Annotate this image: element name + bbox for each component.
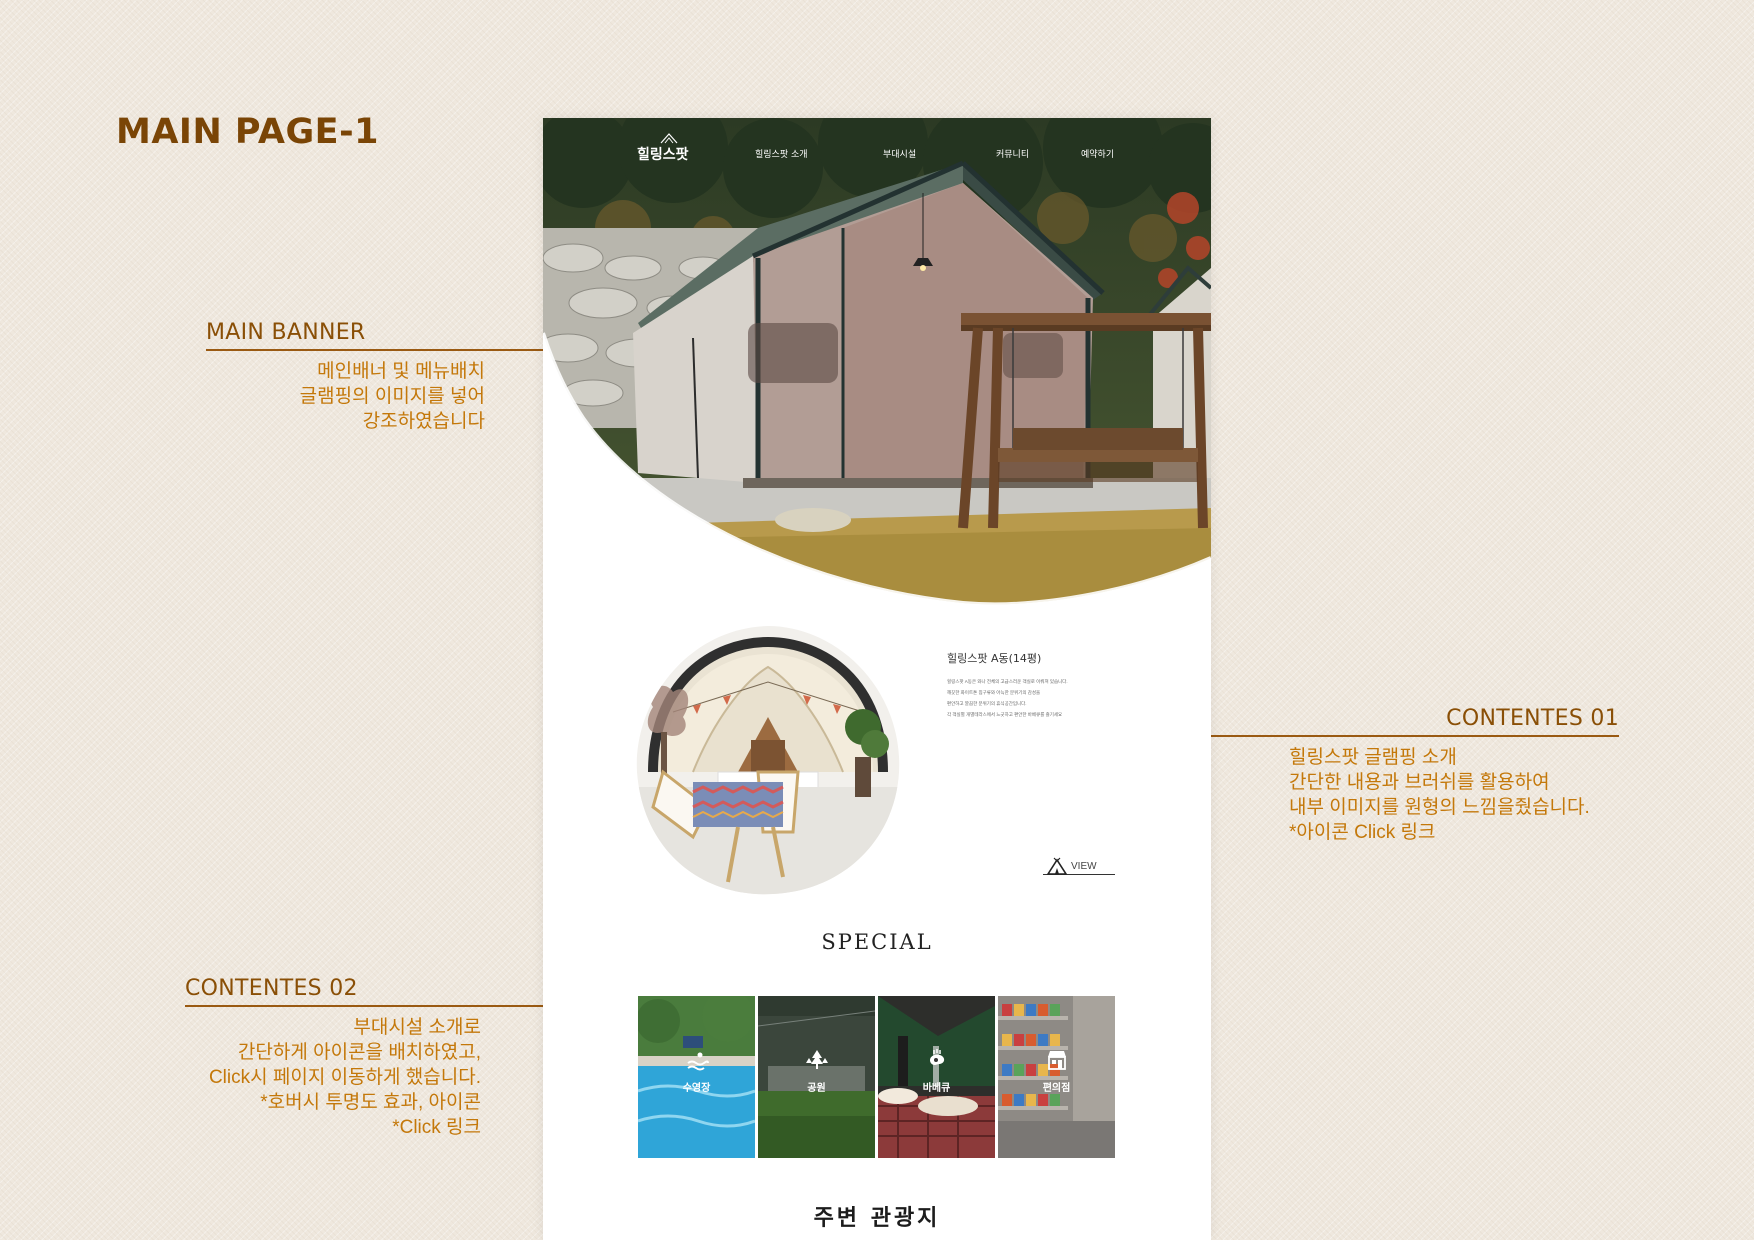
annotation-line: 힐링스팟 글램핑 소개 [1289, 747, 1457, 768]
annotation-line: 간단하게 아이콘을 배치하였고, [237, 1042, 481, 1063]
view-label: VIEW [1071, 861, 1097, 872]
page-heading: MAIN PAGE-1 [116, 112, 379, 152]
view-link[interactable]: VIEW [1043, 855, 1115, 875]
tent-logo-icon [660, 133, 678, 144]
park-photo [758, 996, 875, 1158]
store-icon [1048, 1051, 1066, 1070]
site-logo-text: 힐링스팟 [637, 147, 689, 163]
facility-card-park[interactable]: 공원 [758, 996, 875, 1158]
website-mockup: 힐링스팟 힐링스팟 소개 부대시설 커뮤니티 예약하기 힐링스팟 A동(14평)… [543, 118, 1211, 1240]
annotation-line: *아이콘 Click 링크 [1289, 822, 1436, 843]
facility-card-store[interactable]: 편의점 [998, 996, 1115, 1158]
room-description-line: 편안하고 깔끔한 분위기의 휴식공간입니다. [947, 701, 1027, 706]
facility-grid: 수영장 공원 바베큐 편의점 [638, 996, 1116, 1158]
room-info: 힐링스팟 A동(14평) 힐링스팟 A동은 와나 전체의 고급스러운 객실로 이… [947, 650, 1157, 720]
annotation-divider [1211, 735, 1619, 737]
special-title: SPECIAL [821, 930, 933, 954]
annotation-contents-01: CONTENTES 01 힐링스팟 글램핑 소개 간단한 내용과 브러쉬를 활용… [1211, 706, 1619, 845]
facility-label: 편의점 [1042, 1083, 1071, 1094]
annotation-body: 힐링스팟 글램핑 소개 간단한 내용과 브러쉬를 활용하여 내부 이미지를 원형… [1211, 745, 1619, 845]
annotation-divider [185, 1005, 543, 1007]
annotation-body: 메인배너 및 메뉴배치 글램핑의 이미지를 넣어 강조하였습니다 [206, 359, 485, 434]
annotation-main-banner: MAIN BANNER 메인배너 및 메뉴배치 글램핑의 이미지를 넣어 강조하… [206, 320, 543, 434]
bbq-photo [878, 996, 995, 1158]
facility-label: 공원 [807, 1083, 826, 1094]
bbq-icon [930, 1049, 945, 1065]
pool-icon [687, 1052, 709, 1071]
site-logo[interactable]: 힐링스팟 [637, 133, 689, 164]
annotation-body: 부대시설 소개로 간단하게 아이콘을 배치하였고, Click시 페이지 이동하… [185, 1015, 481, 1140]
annotation-line: 강조하였습니다 [362, 411, 485, 432]
site-nav: 힐링스팟 힐링스팟 소개 부대시설 커뮤니티 예약하기 [543, 133, 1211, 170]
facility-card-bbq[interactable]: 바베큐 [878, 996, 995, 1158]
annotation-line: 메인배너 및 메뉴배치 [317, 361, 485, 382]
tent-icon [1046, 857, 1068, 875]
room-description-line: 깨끗한 화이트톤 침구류와 아늑한 분위기의 감성을 [947, 690, 1041, 695]
annotation-line: 부대시설 소개로 [353, 1017, 481, 1038]
annotation-line: 글램핑의 이미지를 넣어 [299, 386, 485, 407]
room-description-line: 각 객실별 개별테라스에서 느긋하고 편안한 바베큐를 즐기세요 [947, 712, 1063, 717]
annotation-title: CONTENTES 01 [1446, 706, 1619, 731]
annotation-line: 내부 이미지를 원형의 느낌을줬습니다. [1289, 797, 1590, 818]
facility-label: 수영장 [682, 1083, 711, 1094]
nav-item-about[interactable]: 힐링스팟 소개 [755, 147, 808, 160]
store-photo [998, 996, 1115, 1158]
nav-item-reservation[interactable]: 예약하기 [1081, 147, 1114, 160]
annotation-line: Click시 페이지 이동하게 했습니다. [208, 1067, 481, 1088]
annotation-line: *호버시 투명도 효과, 아이콘 [260, 1092, 481, 1113]
annotation-divider [206, 349, 543, 351]
annotation-line: 간단한 내용과 브러쉬를 활용하여 [1289, 772, 1550, 793]
room-interior-image [636, 626, 900, 895]
facility-card-pool[interactable]: 수영장 [638, 996, 755, 1158]
room-title: 힐링스팟 A동(14평) [947, 652, 1042, 665]
room-description: 힐링스팟 A동은 와나 전체의 고급스러운 객실로 이뤄져 있습니다. 깨끗한 … [947, 676, 1157, 720]
annotation-title: CONTENTES 02 [185, 976, 358, 1001]
room-description-line: 힐링스팟 A동은 와나 전체의 고급스러운 객실로 이뤄져 있습니다. [947, 679, 1068, 684]
tree-icon [806, 1050, 828, 1069]
nav-item-community[interactable]: 커뮤니티 [996, 147, 1029, 160]
nearby-attractions-title: 주변 관광지 [813, 1205, 941, 1231]
facility-label: 바베큐 [922, 1083, 951, 1094]
annotation-line: *Click 링크 [392, 1117, 481, 1138]
nav-item-facilities[interactable]: 부대시설 [883, 147, 916, 160]
pool-photo [638, 996, 755, 1158]
main-banner-image [543, 118, 1211, 607]
annotation-title: MAIN BANNER [206, 320, 366, 345]
annotation-contents-02: CONTENTES 02 부대시설 소개로 간단하게 아이콘을 배치하였고, C… [185, 976, 543, 1140]
